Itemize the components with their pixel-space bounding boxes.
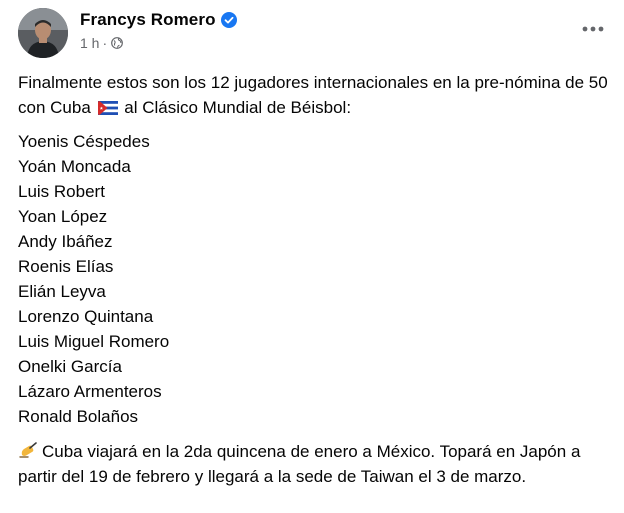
post-meta: 1 h · [80,35,237,51]
writing-hand-icon [19,442,37,458]
list-item: Elián Leyva [18,282,106,301]
verified-badge-icon [220,12,237,28]
more-options-button[interactable] [576,15,610,43]
author-name[interactable]: Francys Romero [80,10,216,30]
intro-text-end: al Clásico Mundial de Béisbol: [124,98,352,117]
list-item: Andy Ibáñez [18,232,113,251]
list-item: Onelki García [18,357,122,376]
list-item: Yoan López [18,207,108,226]
cuba-flag-icon [97,101,118,115]
list-item: Yoenis Céspedes [18,132,150,151]
post-closing: Cuba viajará en la 2da quincena de enero… [18,439,608,489]
list-item: Ronald Bolaños [18,407,139,426]
list-item: Roenis Elías [18,257,114,276]
list-item: Luis Robert [18,182,105,201]
post-header: Francys Romero 1 h · [18,7,610,58]
post-content: Finalmente estos son los 12 jugadores in… [18,70,608,489]
post-intro: Finalmente estos son los 12 jugadores in… [18,70,608,120]
author-row: Francys Romero [80,9,237,31]
meta-separator: · [102,35,108,51]
list-item: Lorenzo Quintana [18,307,154,326]
player-list: Yoenis Céspedes Yoán Moncada Luis Robert… [18,129,608,429]
post-time[interactable]: 1 h [80,35,99,51]
list-item: Yoán Moncada [18,157,131,176]
more-horizontal-icon [582,26,604,32]
globe-icon[interactable] [111,37,124,49]
avatar[interactable] [18,8,68,58]
author-block: Francys Romero 1 h · [80,9,237,51]
closing-text: Cuba viajará en la 2da quincena de enero… [18,442,581,486]
list-item: Lázaro Armenteros [18,382,162,401]
list-item: Luis Miguel Romero [18,332,170,351]
facebook-post: Francys Romero 1 h · Finalmente estos so… [0,0,624,513]
